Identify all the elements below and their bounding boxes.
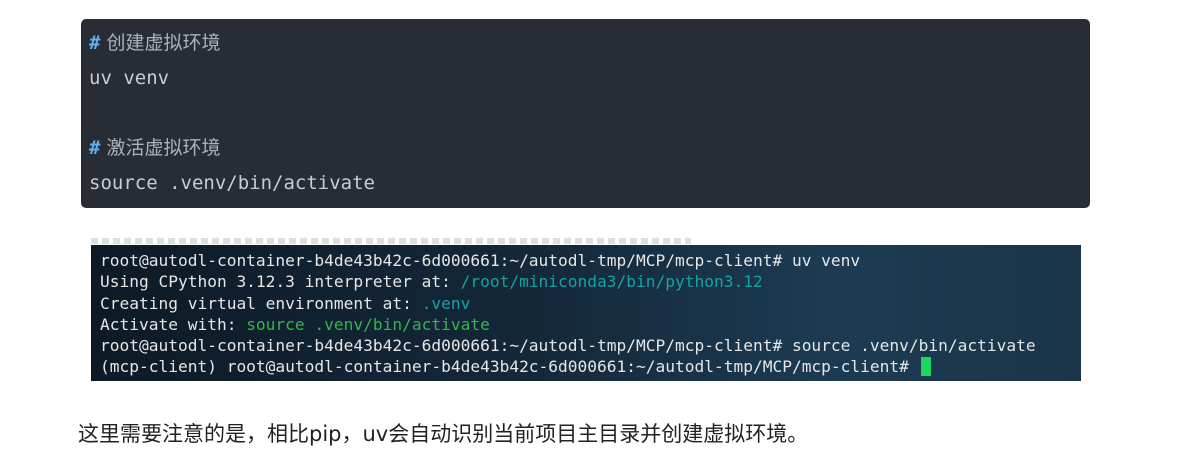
terminal-line: Creating virtual environment at: .venv (100, 293, 1081, 314)
body-paragraph: 这里需要注意的是，相比pip，uv会自动识别当前项目主目录并创建虚拟环境。 (78, 422, 809, 446)
terminal-text: Creating virtual environment at: (100, 293, 422, 313)
comment-text: 激活虚拟环境 (100, 137, 221, 159)
article-page: # 创建虚拟环境 uv venv # 激活虚拟环境 source .venv/b… (0, 0, 1183, 459)
terminal-cropped-top-edge (91, 238, 691, 244)
terminal-path: .venv (421, 293, 471, 313)
terminal-text: Using CPython 3.12.3 interpreter at: (100, 272, 461, 292)
code-block[interactable]: # 创建虚拟环境 uv venv # 激活虚拟环境 source .venv/b… (81, 19, 1090, 208)
terminal-text: Activate with: (100, 314, 247, 334)
comment-hash: # (89, 137, 101, 159)
terminal-line: Using CPython 3.12.3 interpreter at: /ro… (100, 271, 1081, 292)
comment-text: 创建虚拟环境 (100, 32, 221, 54)
code-command-line: uv venv (89, 67, 170, 89)
terminal-cursor (920, 357, 931, 377)
code-comment-line: # 创建虚拟环境 (89, 30, 1090, 65)
terminal-prompt-line: (mcp-client) root@autodl-container-b4de4… (100, 356, 1081, 377)
terminal-prompt: (mcp-client) root@autodl-container-b4de4… (100, 357, 919, 377)
terminal-line: root@autodl-container-b4de43b42c-6d00066… (100, 251, 861, 270)
code-command-line: source .venv/bin/activate (89, 172, 375, 194)
terminal-line: root@autodl-container-b4de43b42c-6d00066… (100, 336, 1036, 356)
code-comment-line: # 激活虚拟环境 (89, 135, 1090, 170)
comment-hash: # (89, 32, 101, 54)
terminal-path: /root/miniconda3/bin/python3.12 (460, 272, 763, 292)
terminal-command: source .venv/bin/activate (246, 314, 490, 334)
terminal-screenshot: root@autodl-container-b4de43b42c-6d00066… (91, 245, 1081, 381)
terminal-line: Activate with: source .venv/bin/activate (100, 314, 1081, 335)
